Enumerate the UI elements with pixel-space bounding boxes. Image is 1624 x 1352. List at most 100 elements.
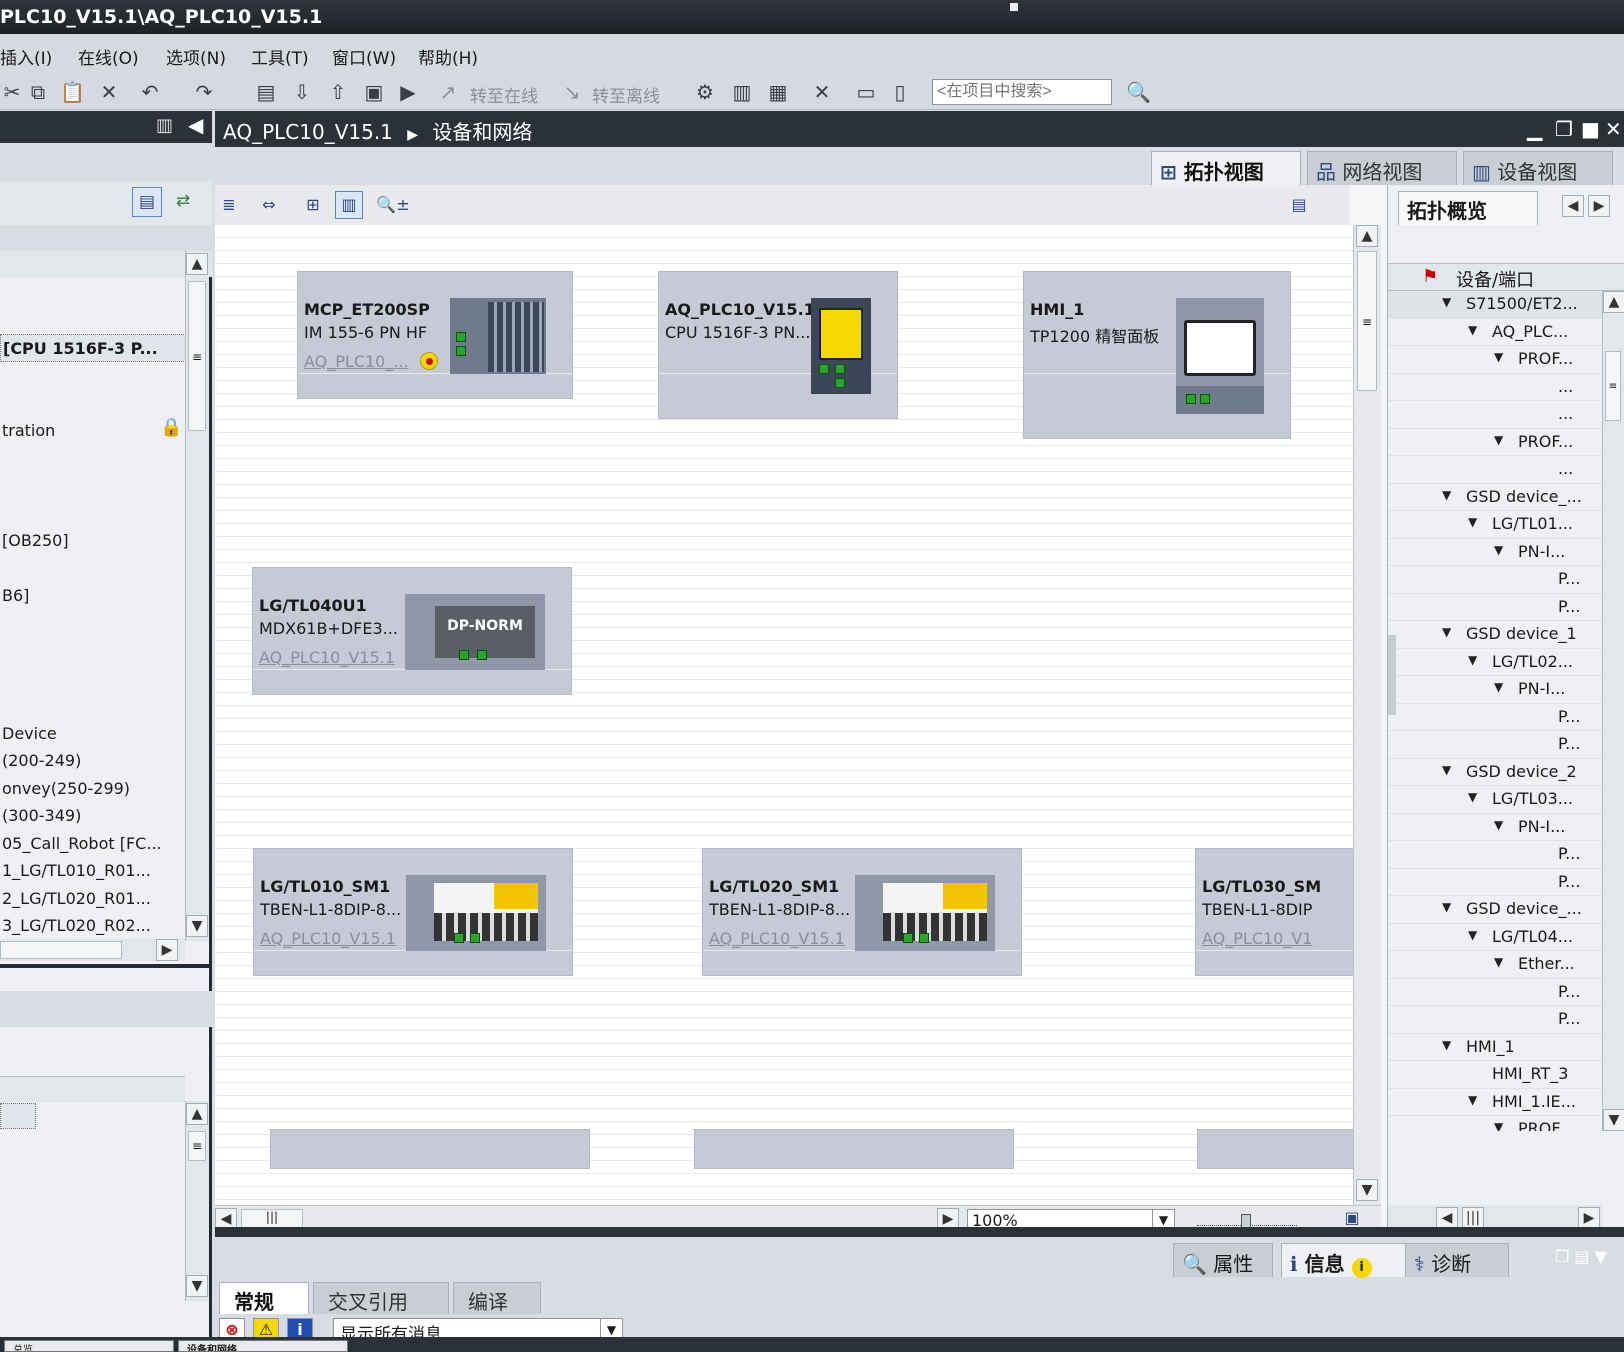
overview-tree-row[interactable]: ▼ PN-I... xyxy=(1388,676,1602,704)
canvas-scroll-down-icon[interactable]: ▼ xyxy=(1356,1179,1378,1201)
fit-page-icon[interactable]: ⇔ xyxy=(255,191,283,219)
tree-item-call-robot[interactable]: 05_Call_Robot [FC... xyxy=(0,830,190,858)
subtab-compile[interactable]: 编译 xyxy=(453,1282,541,1314)
tree-item-device[interactable]: Device xyxy=(0,720,190,748)
device-lg-tl030-sm[interactable]: LG/TL030_SM TBEN-L1-8DIP AQ_PLC10_V1 xyxy=(1195,848,1353,976)
overview-tree-row[interactable]: ▼ AQ_PLC... xyxy=(1388,319,1602,346)
cut-icon[interactable]: ✂ xyxy=(0,80,24,104)
expand-arrow-icon[interactable]: ▼ xyxy=(1442,1038,1451,1052)
overview-tree-row[interactable]: ▼ PROF... xyxy=(1388,346,1602,374)
tree-item-ob250[interactable]: [OB250] xyxy=(0,527,190,555)
overview-tree-row[interactable]: ▼ PN-I... xyxy=(1388,814,1602,841)
overview-scroll-left-icon[interactable]: ◀ xyxy=(1436,1207,1458,1229)
expand-arrow-icon[interactable]: ▼ xyxy=(1442,625,1451,639)
canvas-vertical-scrollbar[interactable]: ▲ ≡ ▼ xyxy=(1353,225,1381,1205)
device-partial[interactable] xyxy=(694,1129,1014,1169)
canvas-hscroll-thumb[interactable]: ||| xyxy=(241,1209,303,1229)
tab-properties[interactable]: 🔍 属性 xyxy=(1173,1243,1273,1277)
device-lg-tl020-sm1[interactable]: LG/TL020_SM1 TBEN-L1-8DIP-8... AQ_PLC10_… xyxy=(702,848,1022,976)
overview-scroll-thumb[interactable]: ≡ xyxy=(1605,351,1621,421)
grid-icon[interactable]: ⊞ xyxy=(299,191,327,219)
redo-icon[interactable]: ↷ xyxy=(192,80,216,104)
tab-topology-view[interactable]: ⊞ 拓扑视图 xyxy=(1151,151,1301,185)
overview-tree-row[interactable]: ▼ GSD device_... xyxy=(1388,484,1602,511)
expand-arrow-icon[interactable]: ▼ xyxy=(1468,1093,1477,1107)
tree-view-icon[interactable]: ▤ xyxy=(132,187,162,217)
breadcrumb-project[interactable]: AQ_PLC10_V15.1 xyxy=(223,120,393,144)
overview-tree-row[interactable]: ... xyxy=(1388,374,1602,401)
zoom-slider[interactable] xyxy=(1197,1214,1297,1228)
tree-item-200-249[interactable]: (200-249) xyxy=(0,747,190,775)
expand-arrow-icon[interactable]: ▼ xyxy=(1468,515,1477,529)
compile-icon[interactable]: ▤ xyxy=(254,80,278,104)
overview-tree-row[interactable]: ▼ LG/TL04... xyxy=(1388,924,1602,951)
stop-cpu-icon[interactable]: ▦ xyxy=(766,80,790,104)
zoom-slider-handle[interactable] xyxy=(1241,1214,1251,1228)
device-plc-link[interactable]: AQ_PLC10_... xyxy=(304,352,414,371)
overview-tree-row[interactable]: ▼ HMI_1.IE... xyxy=(1388,1089,1602,1116)
project-search-input[interactable] xyxy=(932,79,1112,105)
overview-tree-row[interactable]: ▼ PN-I... xyxy=(1388,539,1602,566)
scroll-up-icon[interactable]: ▲ xyxy=(186,253,208,275)
caption-handle[interactable] xyxy=(1009,2,1019,12)
overview-splitter[interactable] xyxy=(1388,635,1396,715)
split-horizontal-icon[interactable]: ▭ xyxy=(854,80,878,104)
overview-scroll-up-icon[interactable]: ▲ xyxy=(1603,291,1624,313)
subtab-general[interactable]: 常规 xyxy=(219,1282,309,1314)
overview-tab[interactable]: 拓扑概览 xyxy=(1398,191,1538,225)
menu-window[interactable]: 窗口(W) xyxy=(332,44,396,69)
expand-arrow-icon[interactable]: ▼ xyxy=(1494,955,1503,969)
details-vertical-scrollbar[interactable]: ▲ ≡ ▼ xyxy=(185,1101,209,1301)
expand-arrow-icon[interactable]: ▼ xyxy=(1468,323,1477,337)
delete-icon[interactable]: ✕ xyxy=(97,80,121,104)
overview-tree-row[interactable]: ▼ S71500/ET2... xyxy=(1388,291,1602,319)
taskbar-overview[interactable]: 总览 xyxy=(4,1340,174,1352)
overview-tree-row[interactable]: P... xyxy=(1388,731,1602,759)
overview-tree-row[interactable]: ... xyxy=(1388,456,1602,484)
expand-arrow-icon[interactable]: ▼ xyxy=(1494,1120,1503,1131)
overview-tree-row[interactable]: ▼ HMI_1 xyxy=(1388,1034,1602,1061)
device-plc-link[interactable]: AQ_PLC10_V15.1 xyxy=(259,648,399,667)
overview-tree-row[interactable]: ▼ PROF... xyxy=(1388,1116,1602,1131)
split-vertical-icon[interactable]: ▯ xyxy=(888,80,912,104)
device-plc-link[interactable]: AQ_PLC10_V15.1 xyxy=(260,929,400,948)
restore-icon[interactable]: ❐ xyxy=(1555,117,1573,141)
device-aq-plc10[interactable]: AQ_PLC10_V15.1 CPU 1516F-3 PN... xyxy=(658,271,898,419)
go-offline-icon[interactable]: ↘ xyxy=(560,80,584,104)
upload-icon[interactable]: ⇧ xyxy=(326,80,350,104)
topology-canvas[interactable]: MCP_ET200SP IM 155-6 PN HF AQ_PLC10_... … xyxy=(215,225,1353,1205)
accessible-devices-icon[interactable]: ⚙ xyxy=(693,80,717,104)
expand-arrow-icon[interactable]: ▼ xyxy=(1494,543,1503,557)
undo-icon[interactable]: ↶ xyxy=(138,80,162,104)
details-scroll-thumb[interactable]: ≡ xyxy=(188,1131,206,1161)
overview-tree-row[interactable]: ... xyxy=(1388,401,1602,429)
menu-insert[interactable]: 插入(I) xyxy=(0,44,52,69)
overview-vertical-scrollbar[interactable]: ▲ ≡ ▼ xyxy=(1602,291,1624,1131)
tree-horizontal-scrollbar[interactable]: ▶ xyxy=(0,939,185,961)
overview-tree-row[interactable]: ▼ LG/TL02... xyxy=(1388,649,1602,676)
tree-vertical-scrollbar[interactable]: ▲ ≡ ▼ xyxy=(185,251,209,941)
overview-tree-row[interactable]: ▼ GSD device_... xyxy=(1388,896,1602,924)
table-view-icon[interactable]: ▥ xyxy=(335,191,363,219)
overview-tree-row[interactable]: P... xyxy=(1388,869,1602,896)
start-cpu-icon[interactable]: ▥ xyxy=(730,80,754,104)
close-icon[interactable]: ✕ xyxy=(1605,117,1622,141)
details-scroll-down-icon[interactable]: ▼ xyxy=(186,1275,208,1297)
expand-arrow-icon[interactable]: ▼ xyxy=(1468,928,1477,942)
overview-next-icon[interactable]: ▶ xyxy=(1588,195,1610,217)
device-partial[interactable] xyxy=(1197,1129,1353,1169)
tab-diagnostics[interactable]: ⚕ 诊断 xyxy=(1405,1243,1509,1277)
overview-tree-row[interactable]: ▼ GSD device_2 xyxy=(1388,759,1602,786)
inspector-window-icons[interactable]: ❐ ▤ ▼ xyxy=(1555,1247,1607,1266)
tree-item-tl010-r01[interactable]: 1_LG/TL010_R01... xyxy=(0,857,190,885)
details-scroll-up-icon[interactable]: ▲ xyxy=(186,1103,208,1125)
overview-tree-row[interactable]: P... xyxy=(1388,1006,1602,1034)
device-partial[interactable] xyxy=(270,1129,590,1169)
tree-item-b6[interactable]: B6] xyxy=(0,582,190,610)
overview-tree-row[interactable]: P... xyxy=(1388,594,1602,621)
overview-tree-row[interactable]: P... xyxy=(1388,566,1602,594)
overview-tree-row[interactable]: ▼ Ether... xyxy=(1388,951,1602,979)
simulation-icon[interactable]: ▣ xyxy=(362,80,386,104)
tab-device-view[interactable]: ▥ 设备视图 xyxy=(1463,151,1613,185)
device-lg-tl040u1[interactable]: LG/TL040U1 MDX61B+DFE3... AQ_PLC10_V15.1… xyxy=(252,567,572,695)
